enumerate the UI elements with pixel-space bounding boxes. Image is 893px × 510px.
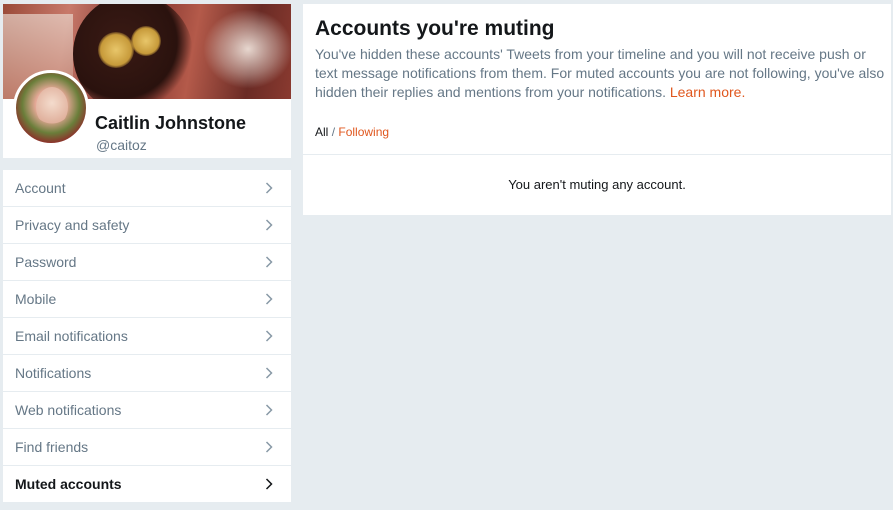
filter-following[interactable]: Following [338,125,389,139]
nav-item-label: Account [15,180,66,196]
nav-item-email-notifications[interactable]: Email notifications [3,318,291,355]
chevron-right-icon [262,329,276,343]
chevron-right-icon [262,292,276,306]
profile-card: Caitlin Johnstone @caitoz [3,4,291,158]
nav-item-find-friends[interactable]: Find friends [3,429,291,466]
nav-item-privacy-and-safety[interactable]: Privacy and safety [3,207,291,244]
nav-item-notifications[interactable]: Notifications [3,355,291,392]
muted-accounts-panel: Accounts you're muting You've hidden the… [303,4,891,215]
page-title: Accounts you're muting [315,17,555,40]
nav-item-mobile[interactable]: Mobile [3,281,291,318]
nav-item-label: Muted accounts [15,476,122,492]
filter-separator: / [331,125,336,139]
nav-item-label: Notifications [15,365,92,381]
nav-item-label: Mobile [15,291,57,307]
profile-handle[interactable]: @caitoz [96,137,147,153]
nav-item-muted-accounts[interactable]: Muted accounts [3,466,291,503]
chevron-right-icon [262,366,276,380]
nav-item-web-notifications[interactable]: Web notifications [3,392,291,429]
chevron-right-icon [262,403,276,417]
nav-item-label: Privacy and safety [15,217,130,233]
nav-item-password[interactable]: Password [3,244,291,281]
chevron-right-icon [262,477,276,491]
page-description: You've hidden these accounts' Tweets fro… [315,45,885,102]
chevron-right-icon [262,440,276,454]
nav-item-label: Web notifications [15,402,122,418]
nav-item-account[interactable]: Account [3,170,291,207]
settings-nav: Account Privacy and safety Password Mobi… [3,170,291,503]
chevron-right-icon [262,218,276,232]
profile-name[interactable]: Caitlin Johnstone [95,113,246,134]
chevron-right-icon [262,255,276,269]
filter-tabs: All / Following [315,125,389,139]
avatar[interactable] [13,70,89,146]
divider [303,154,891,155]
description-text: You've hidden these accounts' Tweets fro… [315,46,885,100]
learn-more-link[interactable]: Learn more. [670,84,745,100]
nav-item-label: Find friends [15,439,89,455]
empty-state-message: You aren't muting any account. [508,177,686,192]
nav-item-label: Email notifications [15,328,128,344]
chevron-right-icon [262,181,276,195]
filter-all[interactable]: All [315,125,328,139]
nav-item-label: Password [15,254,77,270]
